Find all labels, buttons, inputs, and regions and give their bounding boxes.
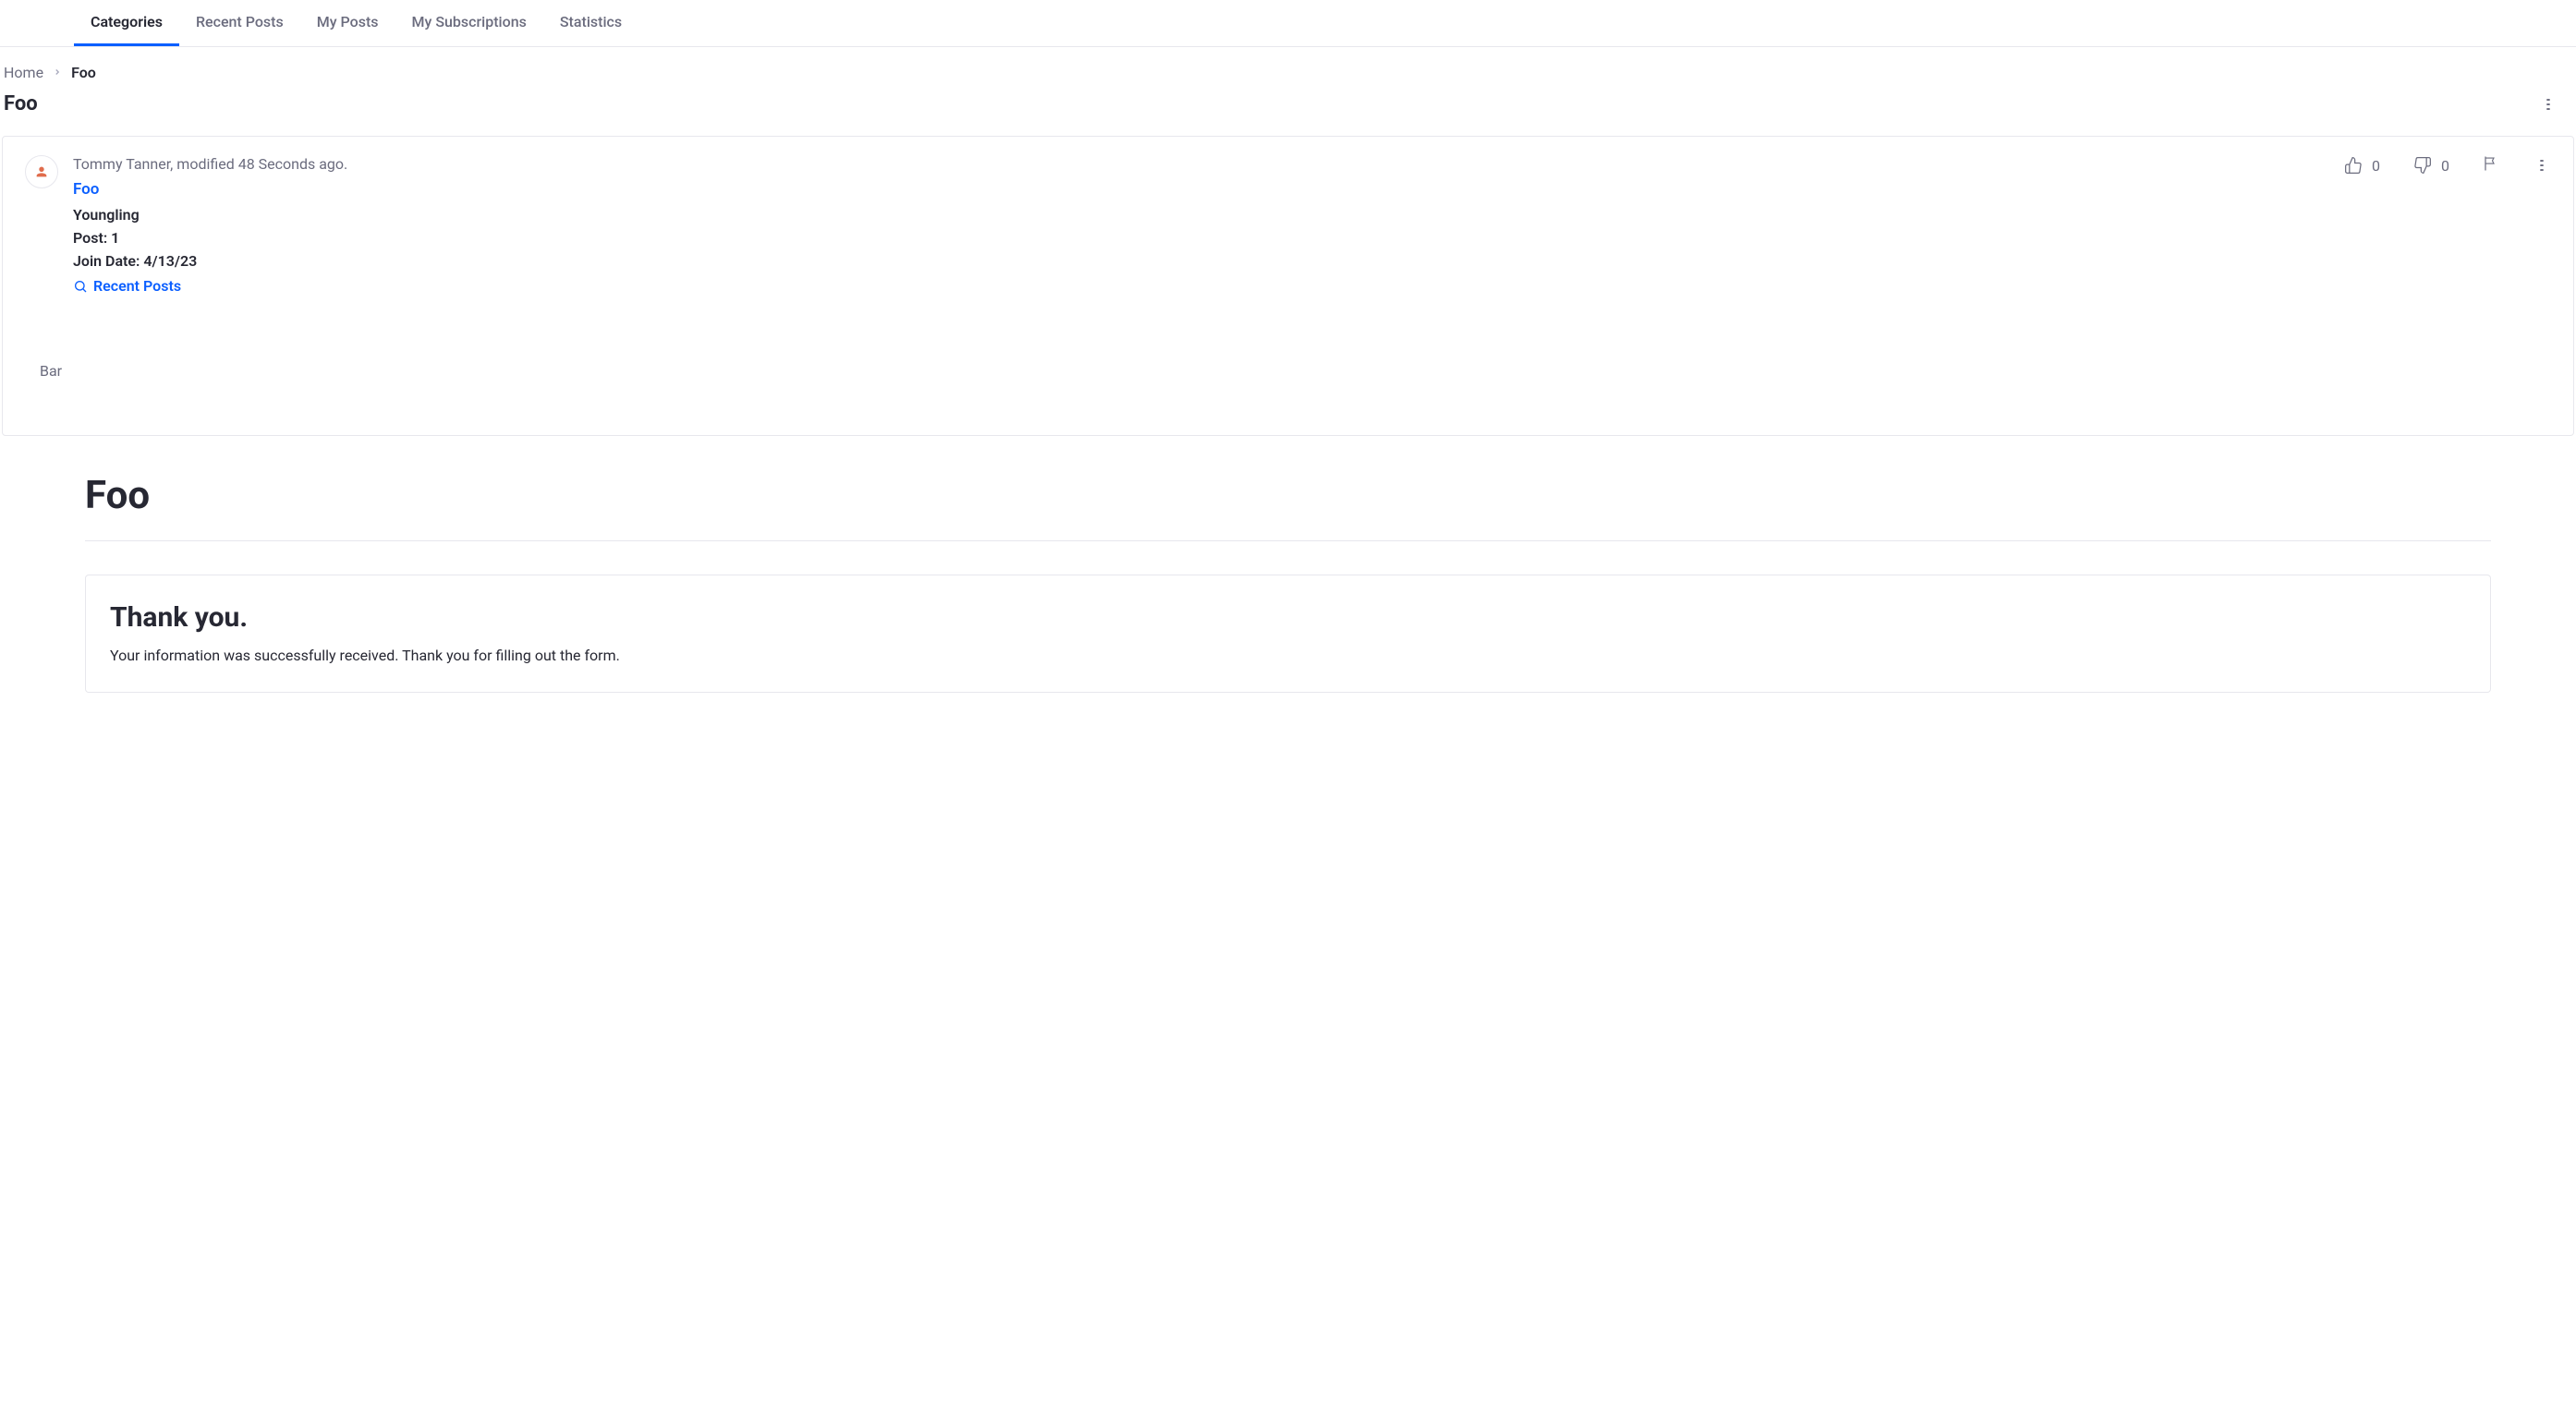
- more-options-icon[interactable]: [2539, 95, 2558, 114]
- recent-posts-link[interactable]: Recent Posts: [73, 277, 181, 295]
- tabs-navigation: Categories Recent Posts My Posts My Subs…: [0, 0, 2576, 47]
- breadcrumb-current: Foo: [71, 64, 96, 81]
- page-header: Foo: [0, 91, 2576, 136]
- thumbs-up-icon: [2344, 156, 2363, 175]
- page-title: Foo: [4, 92, 38, 115]
- post-count: Post: 1: [73, 229, 2329, 247]
- thank-you-text: Your information was successfully receiv…: [110, 647, 2466, 664]
- tab-categories[interactable]: Categories: [74, 0, 179, 46]
- form-heading: Foo: [85, 473, 2491, 518]
- breadcrumb: Home Foo: [0, 47, 2576, 91]
- thank-you-card: Thank you. Your information was successf…: [85, 575, 2491, 693]
- flag-button[interactable]: [2483, 155, 2499, 176]
- flag-icon: [2483, 155, 2499, 172]
- post-header: Tommy Tanner, modified 48 Seconds ago. F…: [25, 155, 2551, 297]
- post-title-link[interactable]: Foo: [73, 180, 99, 199]
- post-more-options-icon[interactable]: [2533, 156, 2551, 175]
- tab-my-subscriptions[interactable]: My Subscriptions: [395, 0, 543, 46]
- post-byline: Tommy Tanner, modified 48 Seconds ago.: [73, 155, 2329, 173]
- upvote-count: 0: [2372, 157, 2380, 175]
- avatar[interactable]: [25, 155, 58, 188]
- tab-statistics[interactable]: Statistics: [543, 0, 638, 46]
- breadcrumb-home-link[interactable]: Home: [4, 64, 43, 81]
- downvote-count: 0: [2441, 157, 2449, 175]
- post-meta: Tommy Tanner, modified 48 Seconds ago. F…: [73, 155, 2329, 297]
- post-content: Bar: [25, 362, 2551, 380]
- upvote-button[interactable]: 0: [2344, 156, 2380, 175]
- chevron-right-icon: [53, 66, 62, 80]
- post-actions: 0 0: [2344, 155, 2551, 176]
- user-icon: [34, 164, 49, 179]
- post-rank: Youngling: [73, 206, 2329, 224]
- form-section: Foo Thank you. Your information was succ…: [0, 436, 2576, 693]
- post-card: Tommy Tanner, modified 48 Seconds ago. F…: [2, 136, 2574, 436]
- thumbs-down-icon: [2413, 156, 2432, 175]
- search-icon: [73, 279, 88, 294]
- tab-my-posts[interactable]: My Posts: [300, 0, 395, 46]
- recent-posts-label: Recent Posts: [93, 277, 181, 295]
- thank-you-title: Thank you.: [110, 601, 2466, 634]
- tab-recent-posts[interactable]: Recent Posts: [179, 0, 300, 46]
- post-join-date: Join Date: 4/13/23: [73, 252, 2329, 270]
- divider: [85, 540, 2491, 541]
- downvote-button[interactable]: 0: [2413, 156, 2449, 175]
